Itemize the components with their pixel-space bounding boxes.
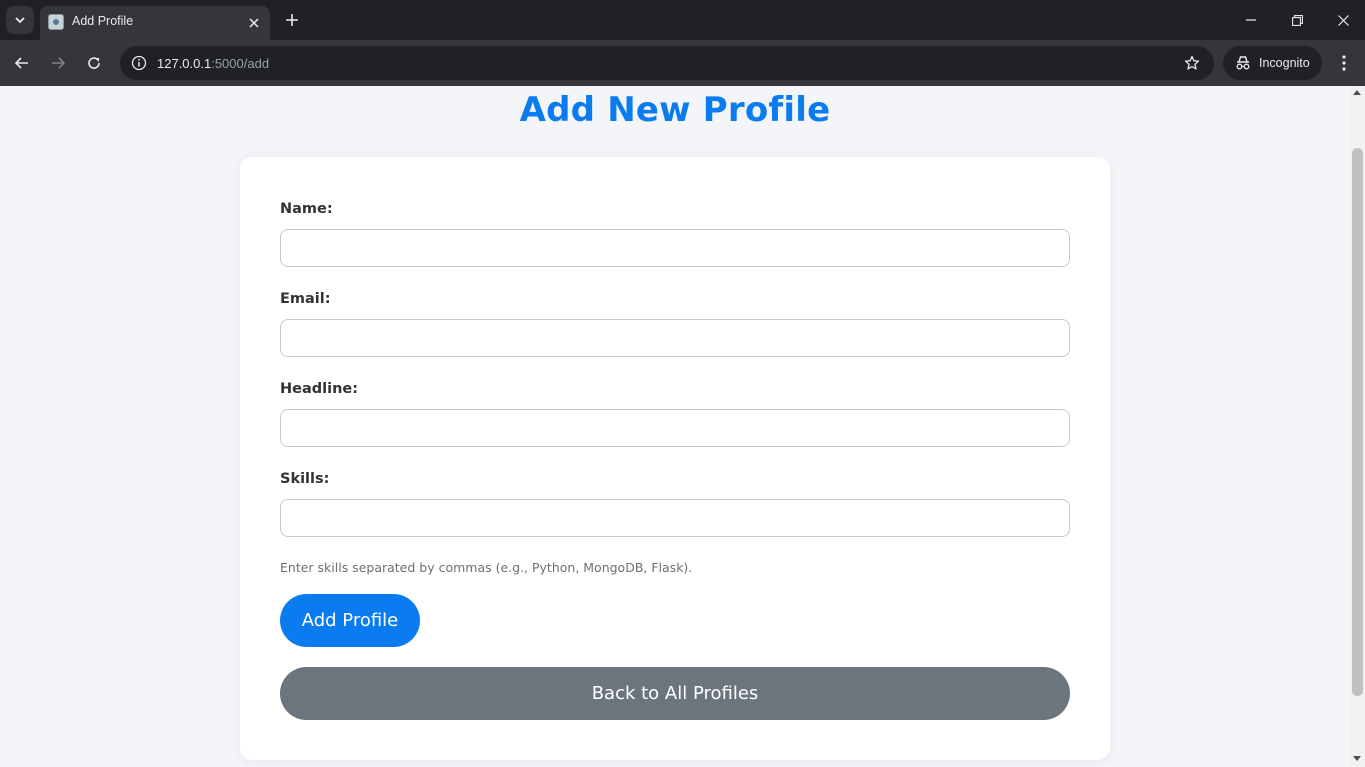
browser-tab-bar: Add Profile bbox=[0, 0, 1365, 40]
name-input[interactable] bbox=[280, 229, 1070, 267]
scroll-up-arrow-icon[interactable] bbox=[1353, 90, 1361, 95]
browser-tab[interactable]: Add Profile bbox=[40, 6, 270, 40]
reload-icon[interactable] bbox=[80, 49, 108, 77]
star-icon[interactable] bbox=[1182, 53, 1202, 73]
incognito-badge[interactable]: Incognito bbox=[1223, 46, 1322, 80]
scroll-down-arrow-icon[interactable] bbox=[1353, 756, 1361, 761]
incognito-icon bbox=[1234, 54, 1252, 72]
incognito-label: Incognito bbox=[1259, 56, 1310, 70]
tab-search-icon[interactable] bbox=[6, 6, 34, 34]
browser-toolbar: 127.0.0.1:5000/add Incognito bbox=[0, 40, 1365, 86]
skills-label: Skills: bbox=[280, 471, 330, 487]
kebab-menu-icon[interactable] bbox=[1332, 49, 1356, 77]
profile-form-card: Name: Email: Headline: Skills: Enter ski… bbox=[240, 157, 1110, 760]
site-info-icon[interactable] bbox=[128, 52, 150, 74]
forward-arrow-icon[interactable] bbox=[44, 49, 72, 77]
close-icon[interactable] bbox=[244, 13, 264, 33]
email-label: Email: bbox=[280, 291, 331, 307]
email-input[interactable] bbox=[280, 319, 1070, 357]
url-host: 127.0.0.1 bbox=[157, 56, 212, 71]
add-profile-button[interactable]: Add Profile bbox=[280, 594, 420, 647]
skills-hint: Enter skills separated by commas (e.g., … bbox=[280, 560, 693, 575]
window-close-icon[interactable] bbox=[1328, 5, 1358, 35]
scrollbar-thumb[interactable] bbox=[1352, 148, 1363, 696]
address-bar[interactable]: 127.0.0.1:5000/add bbox=[120, 46, 1214, 80]
back-arrow-icon[interactable] bbox=[8, 49, 36, 77]
page-title: Add New Profile bbox=[519, 90, 831, 130]
url-path: :5000/add bbox=[211, 56, 270, 71]
page-viewport: Add New Profile Name: Email: Headline: S… bbox=[0, 86, 1350, 767]
back-to-profiles-link[interactable]: Back to All Profiles bbox=[280, 667, 1070, 720]
skills-input[interactable] bbox=[280, 499, 1070, 537]
tab-title: Add Profile bbox=[72, 14, 134, 28]
favicon-icon bbox=[48, 14, 64, 30]
minimize-icon[interactable] bbox=[1236, 5, 1266, 35]
restore-icon[interactable] bbox=[1282, 5, 1312, 35]
page-scrollbar[interactable] bbox=[1350, 86, 1365, 767]
url-text: 127.0.0.1:5000/add bbox=[157, 56, 269, 71]
plus-icon[interactable] bbox=[280, 8, 304, 32]
headline-input[interactable] bbox=[280, 409, 1070, 447]
headline-label: Headline: bbox=[280, 381, 359, 397]
name-label: Name: bbox=[280, 201, 333, 217]
